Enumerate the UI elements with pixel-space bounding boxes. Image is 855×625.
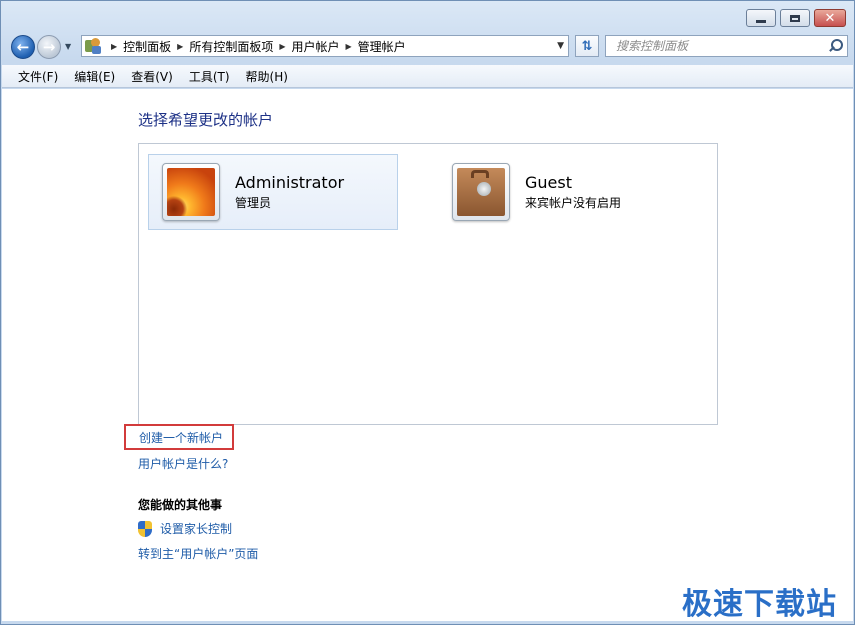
search-icon[interactable]: [827, 38, 843, 54]
refresh-button[interactable]: ⇅: [575, 35, 599, 57]
address-dropdown-icon[interactable]: ▼: [557, 41, 564, 51]
close-button[interactable]: ✕: [814, 9, 846, 27]
control-panel-icon: [85, 38, 101, 54]
back-button[interactable]: ←: [11, 35, 35, 59]
minimize-button[interactable]: [746, 9, 776, 27]
search-box: [605, 35, 848, 57]
forward-arrow-icon: →: [42, 37, 56, 56]
menu-bar: 文件(F) 编辑(E) 查看(V) 工具(T) 帮助(H): [2, 65, 853, 88]
account-guest[interactable]: Guest 来宾帐户没有启用: [439, 154, 689, 230]
avatar: [452, 163, 510, 221]
account-name: Guest: [525, 173, 572, 192]
page-title: 选择希望更改的帐户: [138, 111, 274, 129]
menu-help[interactable]: 帮助(H): [238, 68, 296, 85]
caption-buttons: ✕: [746, 9, 846, 27]
navigation-bar: ← → ▼ ▶ 控制面板 ▶ 所有控制面板项 ▶ 用户帐户 ▶ 管理帐户 ▼ ⇅: [9, 33, 848, 61]
address-bar[interactable]: ▶ 控制面板 ▶ 所有控制面板项 ▶ 用户帐户 ▶ 管理帐户 ▼: [81, 35, 569, 57]
parental-controls-row: 设置家长控制: [138, 520, 232, 537]
accounts-panel: Administrator 管理员 Guest 来宾帐户没有启用: [138, 143, 718, 425]
account-name: Administrator: [235, 173, 345, 192]
search-input[interactable]: [614, 38, 827, 54]
create-account-highlight: 创建一个新帐户: [124, 424, 234, 450]
recent-pages-dropdown-icon[interactable]: ▼: [65, 42, 71, 51]
minimize-icon: [756, 19, 766, 23]
breadcrumb-separator-icon[interactable]: ▶: [177, 42, 183, 51]
breadcrumb-separator-icon[interactable]: ▶: [346, 42, 352, 51]
other-tasks-heading: 您能做的其他事: [138, 498, 223, 512]
watermark: 极速下载站: [682, 587, 837, 622]
menu-edit[interactable]: 编辑(E): [66, 68, 123, 85]
content-area: 选择希望更改的帐户 Administrator 管理员 Guest 来宾帐户没有…: [2, 89, 853, 622]
forward-button[interactable]: →: [37, 35, 61, 59]
what-is-user-account-link[interactable]: 用户帐户是什么?: [138, 455, 228, 472]
account-status: 来宾帐户没有启用: [525, 196, 622, 210]
breadcrumb-all-items[interactable]: 所有控制面板项: [189, 38, 273, 55]
menu-file[interactable]: 文件(F): [10, 68, 66, 85]
refresh-icon: ⇅: [581, 38, 593, 54]
control-panel-window: ✕ ← → ▼ ▶ 控制面板 ▶ 所有控制面板项 ▶ 用户帐户 ▶ 管理帐户 ▼…: [0, 0, 855, 625]
account-type: 管理员: [235, 196, 272, 210]
avatar: [162, 163, 220, 221]
breadcrumb-separator-icon[interactable]: ▶: [111, 42, 117, 51]
menu-tools[interactable]: 工具(T): [181, 68, 238, 85]
maximize-icon: [790, 14, 800, 22]
menu-view[interactable]: 查看(V): [123, 68, 181, 85]
briefcase-avatar-icon: [457, 168, 505, 216]
create-account-link[interactable]: 创建一个新帐户: [139, 429, 223, 446]
uac-shield-icon: [138, 520, 152, 537]
breadcrumb-manage-accounts[interactable]: 管理帐户: [358, 38, 406, 55]
goto-user-accounts-link[interactable]: 转到主“用户帐户”页面: [138, 545, 258, 562]
account-administrator[interactable]: Administrator 管理员: [148, 154, 398, 230]
breadcrumb-user-accounts[interactable]: 用户帐户: [292, 38, 340, 55]
flower-avatar-icon: [167, 168, 215, 216]
close-icon: ✕: [824, 10, 836, 26]
parental-controls-link[interactable]: 设置家长控制: [160, 520, 232, 537]
breadcrumb-separator-icon[interactable]: ▶: [279, 42, 285, 51]
maximize-button[interactable]: [780, 9, 810, 27]
breadcrumb-control-panel[interactable]: 控制面板: [123, 38, 171, 55]
back-arrow-icon: ←: [16, 37, 30, 56]
